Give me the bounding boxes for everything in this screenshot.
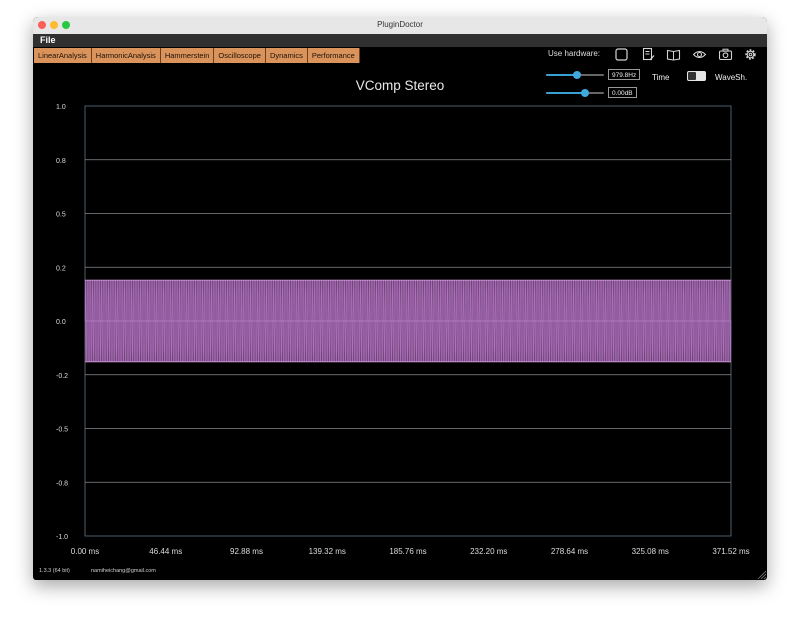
resize-grip[interactable] — [756, 569, 766, 579]
oscilloscope-chart: 1.0 0.8 0.5 0.2 0.0 -0.2 -0.5 -0.8 -1.00.00 ms 46… — [56, 104, 750, 556]
plugindoctor-window: PluginDoctor File LinearAnalysis Harmoni… — [33, 17, 767, 580]
y-tick-label: -0.8 — [56, 480, 68, 487]
x-tick-label: 92.88 ms — [230, 547, 263, 556]
y-tick-label: 0.8 — [56, 158, 66, 165]
version-label: 1.3.3 (64 bit) — [39, 568, 70, 574]
x-tick-label: 232.20 ms — [470, 547, 507, 556]
y-tick-label: 1.0 — [56, 104, 66, 111]
y-tick-label: -1.0 — [56, 534, 68, 541]
x-tick-label: 139.32 ms — [309, 547, 346, 556]
y-tick-label: 0.0 — [56, 319, 66, 326]
x-tick-label: 278.64 ms — [551, 547, 588, 556]
user-email-label: namiheichang@gmail.com — [91, 568, 156, 574]
x-tick-label: 0.00 ms — [71, 547, 99, 556]
y-tick-label: 0.2 — [56, 265, 66, 272]
x-tick-label: 371.52 ms — [712, 547, 749, 556]
x-tick-label: 325.08 ms — [632, 547, 669, 556]
y-tick-label: 0.5 — [56, 212, 66, 219]
x-tick-label: 46.44 ms — [149, 547, 182, 556]
y-tick-label: -0.5 — [56, 427, 68, 434]
x-tick-label: 185.76 ms — [389, 547, 426, 556]
y-tick-label: -0.2 — [56, 373, 68, 380]
